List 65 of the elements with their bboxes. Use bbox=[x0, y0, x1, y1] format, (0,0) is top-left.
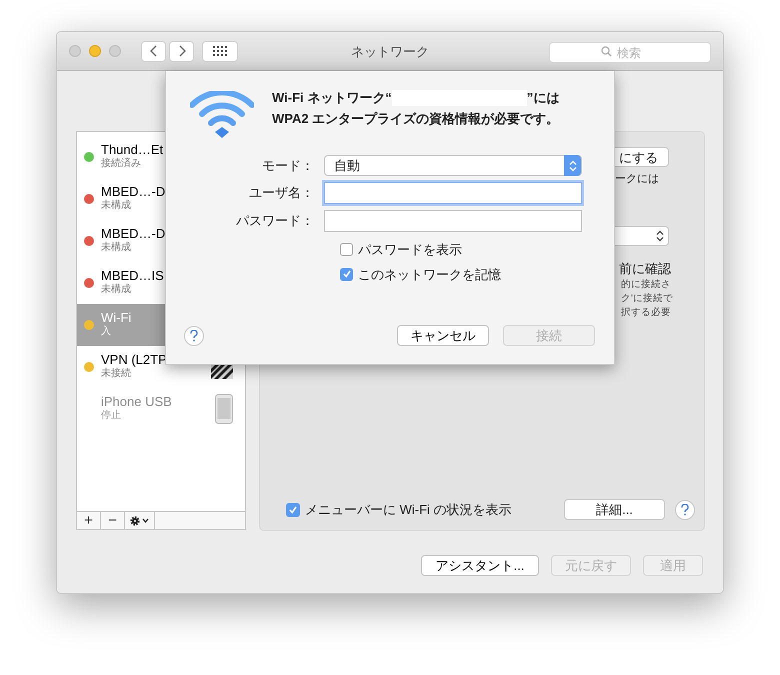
checkbox[interactable] bbox=[340, 268, 353, 281]
checkbox-label: メニューバーに Wi-Fi の状況を表示 bbox=[305, 500, 512, 519]
network-status: 未構成 bbox=[101, 283, 132, 297]
updown-arrows-icon bbox=[568, 160, 576, 172]
chevron-left-icon bbox=[150, 45, 158, 57]
network-status: 入 bbox=[101, 325, 112, 339]
help-icon bbox=[681, 504, 689, 516]
dialog-heading: ”には bbox=[526, 89, 560, 107]
checkmark-icon bbox=[288, 504, 298, 514]
network-status: 未構成 bbox=[101, 199, 132, 213]
description-text: 択する必要 bbox=[621, 306, 672, 320]
option-label: 前に確認 bbox=[619, 260, 671, 278]
phone-icon bbox=[215, 394, 233, 424]
field-label: パスワード： bbox=[235, 212, 315, 230]
footer-button[interactable]: アシスタント... bbox=[421, 555, 539, 576]
network-name: Wi-Fi bbox=[101, 311, 132, 325]
wifi-icon bbox=[190, 91, 254, 139]
network-list-item[interactable]: MBED…IS 未構成 bbox=[77, 262, 245, 304]
network-name: MBED…-D bbox=[101, 227, 166, 241]
checkbox-label: このネットワークを記憶 bbox=[358, 266, 501, 284]
window-title: ネットワーク bbox=[351, 44, 429, 59]
network-status: 接続済み bbox=[101, 157, 142, 171]
close-button[interactable] bbox=[69, 45, 81, 57]
network-name: MBED…IS bbox=[101, 269, 164, 283]
network-status: 未構成 bbox=[101, 241, 132, 255]
toolbar-button[interactable]: − bbox=[101, 512, 125, 529]
network-status: 未接続 bbox=[101, 367, 132, 381]
back-button[interactable] bbox=[141, 40, 166, 62]
striped-block-icon bbox=[211, 365, 233, 379]
minimize-button[interactable] bbox=[89, 45, 101, 57]
network-name: MBED…-D bbox=[101, 185, 166, 199]
checkmark-icon bbox=[342, 269, 352, 280]
toolbar-button[interactable]: + bbox=[77, 512, 101, 529]
network-name: VPN (L2TP bbox=[101, 353, 167, 367]
text-field[interactable] bbox=[324, 210, 582, 232]
help-button[interactable] bbox=[675, 500, 695, 520]
network-name: iPhone USB bbox=[101, 395, 172, 409]
network-status: 停止 bbox=[101, 409, 122, 423]
advanced-button[interactable]: 詳細... bbox=[564, 499, 665, 520]
checkbox[interactable] bbox=[286, 502, 300, 516]
field-label: ユーザ名： bbox=[248, 184, 315, 202]
chevron-right-icon bbox=[178, 45, 186, 57]
mode-dropdown[interactable]: 自動 bbox=[324, 155, 582, 176]
network-list-item[interactable]: Thund…Et 接続済み bbox=[77, 136, 245, 178]
forward-button[interactable] bbox=[169, 40, 194, 62]
description-text: ク'に接続で bbox=[621, 292, 674, 306]
help-icon bbox=[190, 330, 198, 342]
zoom-button[interactable] bbox=[109, 45, 121, 57]
checkbox[interactable] bbox=[340, 243, 353, 256]
dialog-button[interactable]: キャンセル bbox=[397, 325, 489, 346]
text-field[interactable] bbox=[324, 182, 582, 204]
updown-arrows-icon bbox=[656, 230, 664, 242]
search-field[interactable]: 検索 bbox=[549, 42, 711, 63]
search-icon bbox=[601, 46, 612, 56]
field-label: モード： bbox=[261, 156, 315, 175]
settings-icon bbox=[128, 514, 150, 526]
help-button[interactable] bbox=[184, 326, 204, 346]
network-name: Thund…Et bbox=[101, 143, 164, 157]
dialog-heading: Wi-Fi ネットワーク“ bbox=[272, 89, 392, 107]
description-text: 的に接続さ bbox=[621, 278, 672, 292]
grid-button[interactable] bbox=[202, 40, 238, 62]
dialog-heading: WPA2 エンタープライズの資格情報が必要です。 bbox=[272, 110, 560, 128]
checkbox-label: パスワードを表示 bbox=[358, 241, 462, 259]
grid-icon bbox=[213, 46, 227, 56]
description-text: ークには bbox=[615, 172, 659, 187]
